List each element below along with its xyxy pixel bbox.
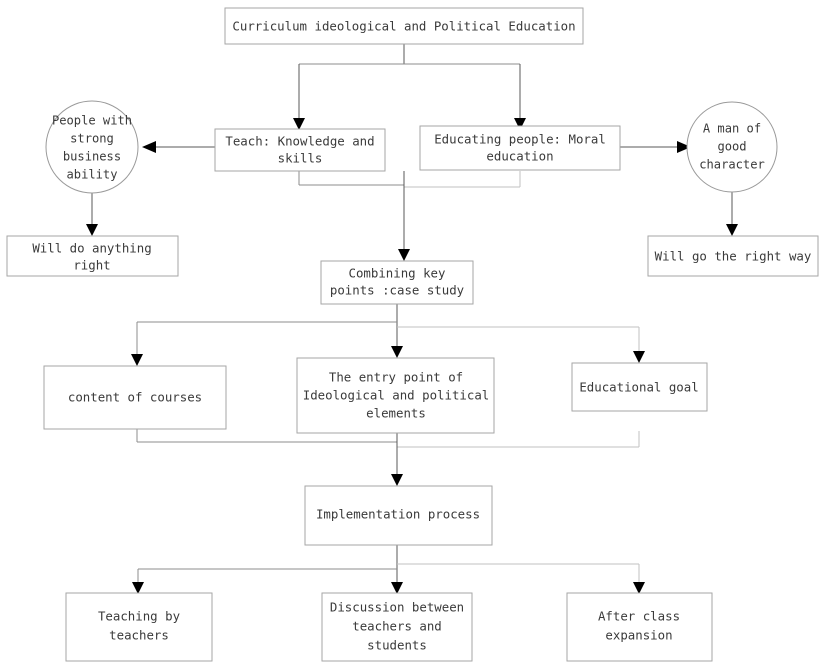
node-teach-label-line1: Teach: Knowledge and [225,134,374,149]
node-people-label-line3: business [63,150,121,164]
node-implementation-label: Implementation process [316,507,480,522]
node-discussion[interactable]: Discussion between teachers and students [321,592,473,662]
node-man-label-line1: A man of [703,122,761,136]
node-teach[interactable]: Teach: Knowledge and skills [214,128,386,172]
node-discussion-label-line1: Discussion between [330,600,464,615]
node-willdo-label-line2: right [73,258,110,273]
node-goal-label: Educational goal [579,380,698,395]
node-entry-point[interactable]: The entry point of Ideological and polit… [296,357,495,434]
node-combining-label-line1: Combining key [349,266,446,281]
arrowhead-combining-to-entry [391,346,403,358]
node-will-do-anything-right[interactable]: Will do anything right [6,235,179,277]
node-man-label-line2: good [717,140,746,154]
flowchart-canvas: Curriculum ideological and Political Edu… [0,0,823,670]
node-people-label-line1: People with [52,114,132,128]
node-people-strong-business-ability[interactable]: People with strong business ability [45,100,139,194]
node-afterclass-label-line2: expansion [605,628,672,643]
arrowhead-root-to-teach [293,118,305,130]
node-willdo-label-line1: Will do anything [32,241,151,256]
node-root[interactable]: Curriculum ideological and Political Edu… [224,7,584,45]
node-teach-label-line2: skills [278,151,323,166]
node-educating[interactable]: Educating people: Moral education [419,125,621,171]
node-combining-key-points[interactable]: Combining key points :case study [320,260,474,305]
node-teaching-label-line2: teachers [109,628,169,643]
arrowhead-impl-to-afterclass [633,582,645,594]
node-entry-label-line1: The entry point of [329,370,463,385]
node-content-of-courses[interactable]: content of courses [43,365,227,430]
arrowhead-impl-to-teaching [132,582,144,594]
node-root-label: Curriculum ideological and Political Edu… [232,19,575,34]
node-educational-goal[interactable]: Educational goal [571,362,708,412]
node-educating-label-line1: Educating people: Moral [434,132,606,147]
node-afterclass-label-line1: After class [598,609,680,624]
node-will-go-the-right-way[interactable]: Will go the right way [647,235,819,277]
node-people-label-line4: ability [67,168,118,182]
arrowhead-combining-to-content [131,354,143,366]
arrowhead-merge-to-combining [398,249,410,261]
node-willgo-label: Will go the right way [655,249,812,264]
node-teaching-label-line1: Teaching by [98,609,180,624]
arrowhead-combining-to-goal [633,351,645,363]
node-teaching-by-teachers[interactable]: Teaching by teachers [65,592,213,662]
arrowhead-man-to-willgo [726,224,738,236]
node-man-label-line3: character [699,158,765,172]
arrowhead-impl-to-discussion [391,582,403,594]
node-after-class-expansion[interactable]: After class expansion [566,592,713,662]
flowchart-svg: Curriculum ideological and Political Edu… [6,7,819,662]
node-people-label-line2: strong [70,132,114,146]
arrowhead-merge2-to-implementation [391,474,403,486]
node-entry-label-line2: Ideological and political [303,388,490,403]
node-content-label: content of courses [68,390,202,405]
node-man-of-good-character[interactable]: A man of good character [686,101,778,193]
arrowhead-teach-to-people [142,141,156,153]
node-discussion-label-line3: students [367,638,427,653]
node-entry-label-line3: elements [366,406,426,421]
node-combining-label-line2: points :case study [330,283,464,298]
arrowhead-people-to-willdo [86,224,98,236]
node-implementation-process[interactable]: Implementation process [304,485,493,546]
node-discussion-label-line2: teachers and [352,619,442,634]
node-educating-label-line2: education [486,149,553,164]
